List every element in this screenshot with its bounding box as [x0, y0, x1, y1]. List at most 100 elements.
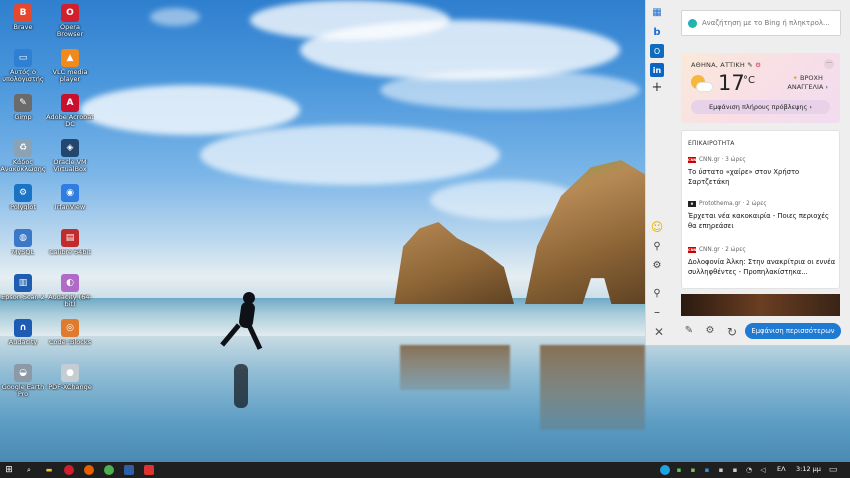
- desktop-shortcut[interactable]: ▭ Αυτός ο υπολογιστής: [1, 49, 45, 93]
- taskbar: ⊞ ⌕ ▬ ▪ ▪ ▪ ▪ ▪ ◔ ◁ ΕΛ 3:12 μμ ▭: [0, 462, 850, 478]
- news-headline[interactable]: Το ύστατο «χαίρε» στον Χρήστο Σαρτζετάκη: [688, 167, 838, 187]
- desktop-shortcut[interactable]: ◍ MySQL: [1, 229, 45, 273]
- calibre-icon: ▤: [61, 229, 79, 247]
- desktop-shortcut[interactable]: ◉ IrfanView: [48, 184, 92, 228]
- volume-icon[interactable]: ◁: [758, 465, 768, 475]
- refresh-icon[interactable]: ↻: [726, 325, 738, 339]
- desktop-shortcut-label: Κάδος Ανακύκλωσης: [0, 159, 46, 173]
- wallpaper-rock-arch: [525, 160, 645, 304]
- tray-app-icon[interactable]: ▪: [730, 465, 740, 475]
- bing-icon[interactable]: b: [650, 25, 664, 39]
- show-more-button[interactable]: Εμφάνιση περισσότερων: [745, 323, 841, 339]
- news-item[interactable]: CNN CNN.gr · 3 ώρες Το ύστατο «χαίρε» στον…: [688, 157, 838, 187]
- desktop-shortcut-label: PDF-XChange: [48, 384, 92, 391]
- hide-story-icon[interactable]: ⚙: [704, 325, 716, 336]
- weather-alert-icon: ⚙: [755, 61, 762, 69]
- weather-card[interactable]: ΑΘΗΝΑ, ΑΤΤΙΚΗ ✎ ⚙ ··· 17 °C ✦ ΒΡΟΧΗ ΑΝΑΓ…: [681, 53, 840, 123]
- clock[interactable]: 3:12 μμ: [796, 465, 821, 473]
- weather-temperature: 17: [718, 71, 745, 95]
- edit-pencil-icon[interactable]: ✎: [683, 325, 695, 336]
- desktop-shortcut-label: Audacity: [8, 339, 38, 346]
- desktop-shortcut[interactable]: ◎ Code::Blocks: [48, 319, 92, 363]
- close-icon[interactable]: ✕: [653, 325, 665, 339]
- desktop-shortcut-label: Oracle VM VirtualBox: [53, 159, 87, 173]
- chevron-right-icon: ›: [825, 83, 828, 91]
- brave-icon: B: [14, 4, 32, 22]
- bing-search-box[interactable]: [681, 10, 841, 36]
- partly-cloudy-icon: [691, 75, 713, 93]
- desktop-shortcut[interactable]: ✎ Gimp: [1, 94, 45, 138]
- settings-gear-icon[interactable]: ⚙: [650, 258, 664, 272]
- news-source: CNN CNN.gr · 2 ώρες: [688, 247, 838, 253]
- audacity-headphones-icon: ∩: [14, 319, 32, 337]
- edit-pencil-icon[interactable]: ✎: [747, 61, 753, 69]
- news-source: θ Protothema.gr · 2 ώρες: [688, 201, 838, 207]
- tray-app-icon[interactable]: ▪: [702, 465, 712, 475]
- epson-scan-icon: ▥: [14, 274, 32, 292]
- calendar-icon[interactable]: ▦: [650, 5, 664, 19]
- word-icon[interactable]: [124, 465, 134, 475]
- news-item[interactable]: CNN CNN.gr · 2 ώρες Δολοφονία Άλκη: Στην α…: [688, 247, 838, 277]
- search-icon[interactable]: ⌕: [24, 465, 34, 475]
- desktop-shortcut-label: Adobe Acrobat DC: [46, 114, 94, 128]
- outlook-icon[interactable]: O: [650, 44, 664, 58]
- news-item[interactable]: θ Protothema.gr · 2 ώρες Έρχεται νέα κακοκ…: [688, 201, 838, 231]
- desktop-shortcut[interactable]: B Brave: [1, 4, 45, 48]
- news-source-logo-icon: CNN: [688, 247, 697, 253]
- widgets-bottom-bar: ✕ ✎ ⚙ ↻ Εμφάνιση περισσότερων: [646, 318, 850, 345]
- desktop-shortcut-label: MySQL: [11, 249, 35, 256]
- polyglot-icon: ⚙: [14, 184, 32, 202]
- acrobat-icon: A: [61, 94, 79, 112]
- desktop-shortcut[interactable]: A Adobe Acrobat DC: [46, 94, 94, 138]
- opera-taskbar-icon[interactable]: [64, 465, 74, 475]
- firefox-icon[interactable]: [84, 465, 94, 475]
- file-explorer-icon[interactable]: ▬: [44, 465, 54, 475]
- desktop-shortcut[interactable]: ▤ Calibre 64bit: [48, 229, 92, 273]
- network-icon[interactable]: ◔: [744, 465, 754, 475]
- desktop-shortcut-label: Calibre 64bit: [49, 249, 91, 256]
- desktop-shortcut[interactable]: ∩ Audacity: [1, 319, 45, 363]
- news-source-logo-icon: θ: [688, 201, 696, 207]
- tray-app-icon[interactable]: ▪: [716, 465, 726, 475]
- wallpaper-runner-reflection: [234, 364, 248, 408]
- search-input[interactable]: [702, 19, 832, 27]
- linkedin-icon[interactable]: in: [650, 63, 664, 77]
- edge-icon: [688, 18, 697, 28]
- edge-tray-icon[interactable]: [660, 465, 670, 475]
- chrome-icon[interactable]: [104, 465, 114, 475]
- desktop-shortcut[interactable]: ◐ Audacity (64-bit): [48, 274, 92, 318]
- desktop-shortcut-label: Brave: [13, 24, 33, 31]
- virtualbox-icon: ◈: [61, 139, 79, 157]
- desktop-shortcut[interactable]: ▥ Epson Scan 2: [1, 274, 45, 318]
- news-image-strip[interactable]: [681, 294, 840, 316]
- wallpaper-rock-reflection: [400, 345, 510, 390]
- windows-start-icon[interactable]: ⊞: [4, 465, 14, 475]
- desktop-shortcut[interactable]: ◒ Google Earth Pro: [1, 364, 45, 408]
- desktop-shortcut[interactable]: ● PDF-XChange: [48, 364, 92, 408]
- news-headline[interactable]: Έρχεται νέα κακοκαιρία - Ποιες περιοχές …: [688, 211, 838, 231]
- notifications-icon[interactable]: ▭: [828, 465, 838, 475]
- desktop-shortcut[interactable]: O Opera Browser: [48, 4, 92, 48]
- desktop-shortcut-label: Google Earth Pro: [1, 384, 45, 398]
- weather-forecast-alert[interactable]: ✦ ΒΡΟΧΗ ΑΝΑΓΓΕΛΙΑ ›: [787, 74, 828, 92]
- minimize-icon[interactable]: –: [650, 305, 664, 319]
- desktop-shortcut[interactable]: ◈ Oracle VM VirtualBox: [48, 139, 92, 183]
- input-language[interactable]: ΕΛ: [777, 465, 786, 473]
- desktop-shortcut-label: Epson Scan 2: [1, 294, 45, 301]
- flow-icon[interactable]: ⚲: [650, 239, 664, 253]
- weather-location: ΑΘΗΝΑ, ΑΤΤΙΚΗ ✎ ⚙: [691, 61, 762, 69]
- desktop-shortcut[interactable]: ⚙ Polyglot: [1, 184, 45, 228]
- news-headline[interactable]: Δολοφονία Άλκη: Στην ανακρίτρια οι εννέα…: [688, 257, 838, 277]
- wallpaper-cloud: [200, 125, 500, 185]
- tray-app-icon[interactable]: ▪: [674, 465, 684, 475]
- desktop-shortcut[interactable]: ♻ Κάδος Ανακύκλωσης: [0, 139, 46, 183]
- full-forecast-button[interactable]: Εμφάνιση πλήρους πρόβλεψης ›: [691, 100, 830, 114]
- tray-app-icon[interactable]: ▪: [688, 465, 698, 475]
- weather-more-button[interactable]: ···: [824, 59, 834, 69]
- emoji-icon[interactable]: ☺: [650, 220, 664, 234]
- pdf-app-icon[interactable]: [144, 465, 154, 475]
- desktop-shortcut[interactable]: ▲ VLC media player: [48, 49, 92, 93]
- add-icon[interactable]: +: [650, 80, 664, 95]
- pin-icon[interactable]: ⚲: [650, 286, 664, 300]
- desktop-shortcut-label: Code::Blocks: [49, 339, 91, 346]
